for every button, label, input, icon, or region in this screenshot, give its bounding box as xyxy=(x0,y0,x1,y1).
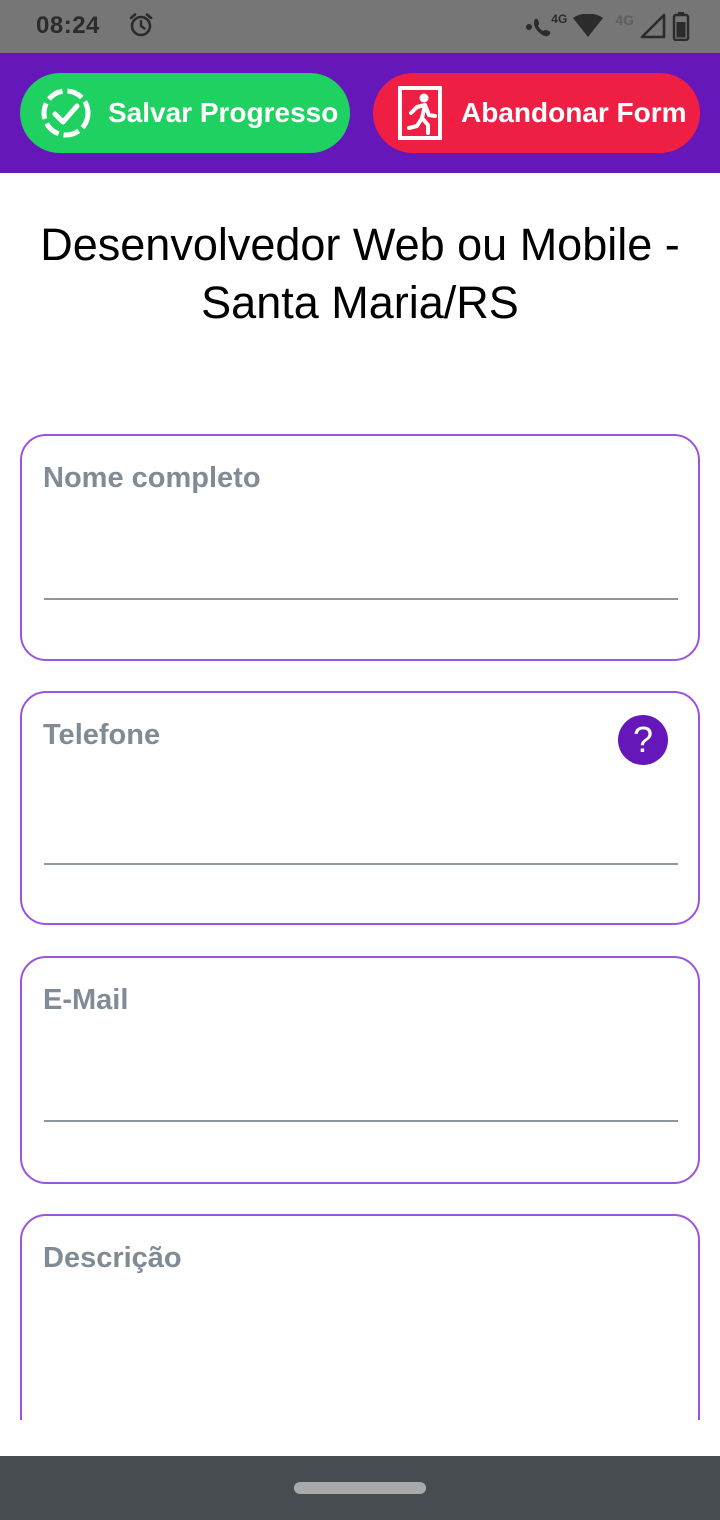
page-title-line-1: Desenvolvedor Web ou Mobile - xyxy=(40,219,680,270)
description-input[interactable] xyxy=(44,1326,682,1378)
alarm-icon xyxy=(128,12,154,38)
content-bottom-fade xyxy=(0,1420,720,1456)
field-card-email: E-Mail xyxy=(20,956,700,1184)
full-name-label: Nome completo xyxy=(43,462,261,494)
description-label: Descrição xyxy=(43,1242,182,1274)
email-underline xyxy=(44,1120,678,1122)
field-card-full-name: Nome completo xyxy=(20,434,700,661)
save-progress-button[interactable]: Salvar Progresso xyxy=(20,73,350,153)
wifi-call-icon xyxy=(525,12,553,40)
field-card-phone: Telefone ? xyxy=(20,691,700,925)
email-input[interactable] xyxy=(44,1068,682,1120)
email-label: E-Mail xyxy=(43,984,129,1016)
save-progress-label: Salvar Progresso xyxy=(108,97,339,128)
page-title: Desenvolvedor Web ou Mobile - Santa Mari… xyxy=(0,216,720,332)
wifi-icon xyxy=(573,14,604,38)
help-icon[interactable]: ? xyxy=(618,715,668,765)
check-circle-icon xyxy=(40,87,92,139)
full-name-input[interactable] xyxy=(44,546,682,598)
abandon-form-button[interactable]: Abandonar Form xyxy=(373,73,700,153)
phone-label: Telefone xyxy=(43,719,161,751)
abandon-form-label: Abandonar Form xyxy=(461,97,687,128)
home-gesture-handle[interactable] xyxy=(294,1482,426,1494)
status-icons: 4G 4G xyxy=(525,10,690,42)
status-bar: 08:24 4G 4G xyxy=(0,0,720,53)
exit-door-icon xyxy=(397,85,443,141)
phone-underline xyxy=(44,863,678,865)
mobile-network-label: 4G xyxy=(615,12,634,28)
status-time: 08:24 xyxy=(36,12,100,39)
battery-icon xyxy=(672,11,690,41)
full-name-underline xyxy=(44,598,678,600)
page-title-line-2: Santa Maria/RS xyxy=(201,277,519,328)
network-type-label: 4G xyxy=(551,12,568,26)
screen: 08:24 4G 4G Salvar Progresso Abandonar F… xyxy=(0,0,720,1520)
mobile-signal-icon xyxy=(640,13,666,39)
action-bar: Salvar Progresso Abandonar Form xyxy=(0,53,720,173)
phone-input[interactable] xyxy=(44,811,682,863)
navigation-bar xyxy=(0,1456,720,1520)
